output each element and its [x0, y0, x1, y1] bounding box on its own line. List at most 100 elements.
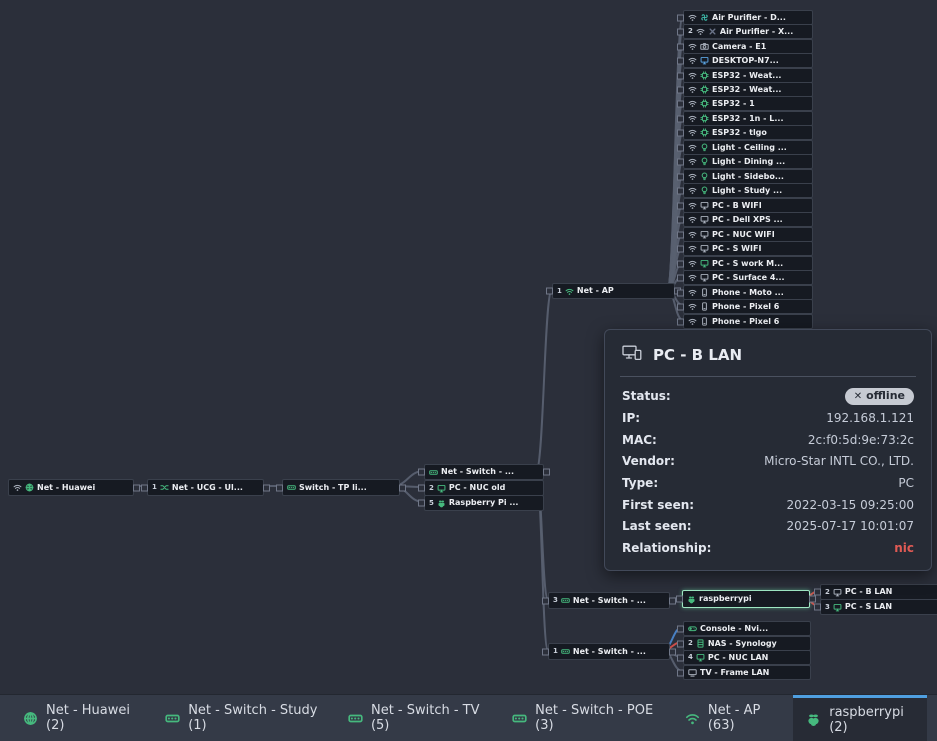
node-air-purifier-x[interactable]: 2Air Purifier - X...	[683, 24, 813, 39]
node-raspberrypi[interactable]: raspberrypi	[682, 590, 810, 608]
node-console-nvi[interactable]: Console - Nvi...	[683, 621, 811, 636]
node-nas-synology[interactable]: 2 NAS - Synology	[683, 636, 811, 651]
node-label: ESP32 - 1	[712, 100, 755, 108]
phone-icon	[700, 302, 709, 311]
port-in	[677, 14, 684, 21]
node-pc-s-wifi[interactable]: PC - S WIFI	[683, 241, 813, 256]
port-in	[677, 173, 684, 180]
node-switch-tp-li[interactable]: Switch - TP li...	[282, 479, 400, 496]
node-pc-b-lan[interactable]: 2PC - B LAN	[820, 584, 937, 600]
node-label: Net - AP	[577, 287, 614, 295]
monitor-icon	[700, 259, 709, 268]
node-net-ucg-ul[interactable]: 1Net - UCG - Ul...	[147, 479, 264, 496]
wifi-icon	[565, 287, 574, 296]
node-net-huawei[interactable]: Net - Huawei	[8, 479, 134, 496]
port-in	[677, 187, 684, 194]
node-esp32-1[interactable]: ESP32 - 1	[683, 96, 813, 111]
detail-value: Micro-Star INTL CO., LTD.	[764, 454, 914, 470]
node-label: PC - B LAN	[845, 588, 893, 596]
signal-icon	[688, 157, 697, 166]
node-label: Phone - Pixel 6	[712, 303, 779, 311]
node-phone-moto[interactable]: Phone - Moto ...	[683, 285, 813, 300]
port-number: 2	[688, 28, 693, 35]
port-in	[677, 115, 684, 122]
switch-icon	[348, 711, 363, 726]
detail-row-type: Type:PC	[620, 473, 916, 495]
port-number: 1	[152, 484, 157, 491]
node-label: Net - Switch - ...	[573, 648, 646, 656]
node-pc-nuc-old[interactable]: 2PC - NUC old	[424, 480, 544, 496]
node-phone-pixel-6[interactable]: Phone - Pixel 6	[683, 314, 813, 329]
node-light-sidebo[interactable]: Light - Sidebo...	[683, 169, 813, 184]
node-label: ESP32 - Weat...	[712, 72, 781, 80]
node-pc-nuc-lan[interactable]: 4PC - NUC LAN	[683, 650, 811, 665]
tab-net-switch-tv-5[interactable]: Net - Switch - TV (5)	[335, 695, 499, 741]
node-net-switch[interactable]: Net - Switch - ...	[424, 464, 544, 480]
tab-label: Net - Switch - POE (3)	[535, 703, 659, 733]
node-tv-frame-lan[interactable]: TV - Frame LAN	[683, 665, 811, 680]
port-out	[543, 469, 550, 476]
tab-net-switch-poe-3[interactable]: Net - Switch - POE (3)	[499, 695, 672, 741]
port-out	[669, 597, 676, 604]
signal-icon	[696, 27, 705, 36]
node-light-dining[interactable]: Light - Dining ...	[683, 154, 813, 169]
detail-value: 2c:f0:5d:9e:73:2c	[808, 433, 914, 449]
node-label: PC - S work M...	[712, 260, 783, 268]
node-esp32-weat[interactable]: ESP32 - Weat...	[683, 68, 813, 83]
device-type-icon	[622, 345, 642, 365]
signal-icon	[688, 317, 697, 326]
node-air-purifier-d[interactable]: Air Purifier - D...	[683, 10, 813, 25]
node-light-study[interactable]: Light - Study ...	[683, 183, 813, 198]
signal-icon	[688, 56, 697, 65]
tab-raspberrypi-2[interactable]: raspberrypi (2)	[793, 695, 927, 741]
port-in	[677, 625, 684, 632]
node-label: PC - S WIFI	[712, 245, 761, 253]
signal-icon	[688, 13, 697, 22]
node-label: Light - Sidebo...	[712, 173, 784, 181]
node-net-ap[interactable]: 1Net - AP	[552, 283, 675, 299]
port-in	[677, 129, 684, 136]
node-net-switch[interactable]: 3Net - Switch - ...	[548, 592, 670, 609]
node-esp32-tlgo[interactable]: ESP32 - tlgo	[683, 125, 813, 140]
tab-net-switch-study-1[interactable]: Net - Switch - Study (1)	[152, 695, 335, 741]
node-phone-pixel-6[interactable]: Phone - Pixel 6	[683, 299, 813, 314]
node-camera-e1[interactable]: Camera - E1	[683, 39, 813, 54]
switch-icon	[165, 711, 180, 726]
status-badge: ✕offline	[845, 388, 914, 405]
detail-row-first-seen: First seen:2022-03-15 09:25:00	[620, 495, 916, 517]
device-details-popup: PC - B LAN Status:✕offlineIP:192.168.1.1…	[604, 329, 932, 571]
globe-icon	[23, 711, 38, 726]
node-esp32-weat[interactable]: ESP32 - Weat...	[683, 82, 813, 97]
node-pc-surface-4[interactable]: PC - Surface 4...	[683, 270, 813, 285]
switch-icon	[561, 596, 570, 605]
node-light-ceiling[interactable]: Light - Ceiling ...	[683, 140, 813, 155]
detail-row-last-seen: Last seen:2025-07-17 10:01:07	[620, 516, 916, 538]
port-number: 2	[688, 640, 693, 647]
node-net-switch[interactable]: 1Net - Switch - ...	[548, 643, 670, 660]
port-in	[542, 648, 549, 655]
tab-net-ap-63[interactable]: Net - AP (63)	[672, 695, 793, 741]
topology-canvas[interactable]: Net - Huawei 1Net - UCG - Ul... Switch - T…	[0, 0, 937, 695]
signal-icon	[688, 99, 697, 108]
node-pc-dell-xps[interactable]: PC - Dell XPS ...	[683, 212, 813, 227]
port-number: 5	[429, 500, 434, 507]
node-pc-nuc-wifi[interactable]: PC - NUC WIFI	[683, 227, 813, 242]
node-label: Light - Dining ...	[712, 158, 785, 166]
port-number: 2	[429, 485, 434, 492]
node-label: PC - NUC WIFI	[712, 231, 775, 239]
port-in	[418, 485, 425, 492]
node-label: NAS - Synology	[708, 640, 777, 648]
node-label: DESKTOP-N7...	[712, 57, 779, 65]
port-in	[677, 216, 684, 223]
node-raspberry-pi[interactable]: 5 Raspberry Pi ...	[424, 495, 544, 511]
node-desktop-n7[interactable]: DESKTOP-N7...	[683, 53, 813, 68]
node-pc-s-lan[interactable]: 3PC - S LAN	[820, 599, 937, 615]
node-label: PC - Dell XPS ...	[712, 216, 783, 224]
detail-row-relationship: Relationship:nic	[620, 538, 916, 560]
node-pc-s-work-m[interactable]: PC - S work M...	[683, 256, 813, 271]
node-label: Raspberry Pi ...	[449, 499, 519, 507]
node-pc-b-wifi[interactable]: PC - B WIFI	[683, 198, 813, 213]
node-esp32-1n-l[interactable]: ESP32 - 1n - L...	[683, 111, 813, 126]
raspberry-icon	[806, 712, 821, 727]
tab-net-huawei-2[interactable]: Net - Huawei (2)	[10, 695, 152, 741]
